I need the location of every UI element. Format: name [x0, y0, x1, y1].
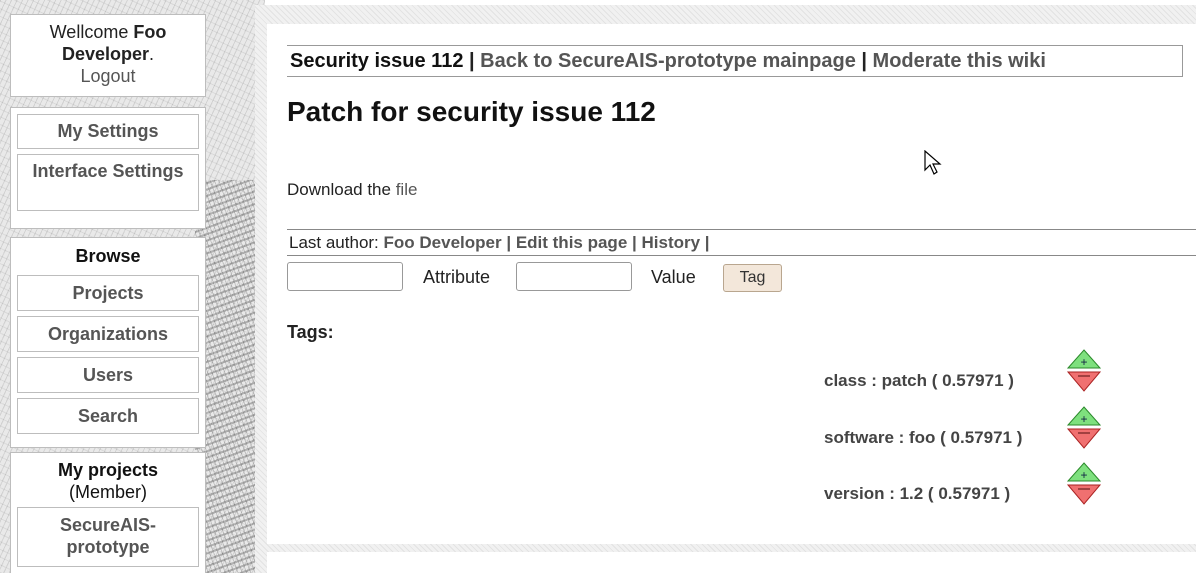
svg-text:+: +: [1080, 468, 1087, 482]
interface-settings-button[interactable]: Interface Settings: [17, 154, 199, 211]
attribute-input[interactable]: [287, 262, 403, 291]
vote-down-icon[interactable]: [1066, 484, 1102, 505]
svg-text:+: +: [1080, 355, 1087, 369]
attribute-label: Attribute: [423, 267, 491, 287]
download-line: Download the file: [287, 180, 417, 200]
welcome-text: Wellcome: [49, 22, 134, 42]
vote-down-icon[interactable]: [1066, 428, 1102, 449]
back-to-project-link[interactable]: Back to SecureAIS-prototype mainpage: [480, 50, 856, 72]
my-projects-role: (Member): [68, 482, 147, 502]
settings-group: My Settings Interface Settings: [10, 107, 206, 229]
value-label: Value: [651, 267, 696, 287]
welcome-box: Wellcome Foo Developer. Logout: [10, 14, 206, 97]
breadcrumb-current: Security issue 112: [290, 50, 464, 72]
breadcrumb-sep: |: [855, 50, 873, 72]
browse-title: Browse: [75, 246, 141, 266]
page-meta: Last author: Foo Developer | Edit this p…: [287, 229, 1196, 256]
history-link[interactable]: History: [641, 233, 700, 252]
welcome-suffix: .: [149, 44, 155, 64]
mouse-cursor-icon: [924, 150, 942, 175]
author-link[interactable]: Foo Developer: [384, 233, 502, 252]
tags-title: Tags:: [287, 322, 334, 342]
breadcrumb: Security issue 112 | Back to SecureAIS-p…: [287, 45, 1183, 77]
tag-vote-control: +: [1066, 349, 1102, 392]
vote-up-icon[interactable]: +: [1066, 406, 1102, 426]
author-label: Last author:: [289, 233, 384, 252]
my-projects-title: My projects (Member): [17, 459, 199, 503]
download-file-link[interactable]: file: [396, 180, 418, 199]
vote-up-icon[interactable]: +: [1066, 462, 1102, 482]
edit-page-link[interactable]: Edit this page: [516, 233, 627, 252]
breadcrumb-sep: |: [463, 50, 481, 72]
tag-item: version : 1.2 ( 0.57971 ): [824, 484, 1011, 503]
nav-organizations[interactable]: Organizations: [17, 316, 199, 352]
moderate-wiki-link[interactable]: Moderate this wiki: [873, 50, 1046, 72]
nav-users[interactable]: Users: [17, 357, 199, 393]
value-input[interactable]: [516, 262, 632, 291]
my-projects-group: My projects (Member) SecureAIS-prototype: [10, 452, 206, 573]
browse-group: Browse Projects Organizations Users Sear…: [10, 237, 206, 448]
project-secureais-prototype[interactable]: SecureAIS-prototype: [17, 507, 199, 567]
meta-sep: |: [627, 233, 642, 252]
meta-sep: |: [501, 233, 516, 252]
my-settings-button[interactable]: My Settings: [17, 114, 199, 149]
vote-down-icon[interactable]: [1066, 371, 1102, 392]
vote-up-icon[interactable]: +: [1066, 349, 1102, 369]
tag-item: class : patch ( 0.57971 ): [824, 371, 1014, 390]
meta-sep: |: [700, 233, 710, 252]
tag-submit-button[interactable]: Tag: [723, 264, 782, 292]
tag-vote-control: +: [1066, 406, 1102, 449]
nav-search[interactable]: Search: [17, 398, 199, 434]
logout-link[interactable]: Logout: [80, 66, 135, 86]
svg-text:+: +: [1080, 412, 1087, 426]
nav-projects[interactable]: Projects: [17, 275, 199, 311]
main-footer: [267, 552, 1196, 573]
my-projects-label: My projects: [57, 460, 159, 480]
tag-item: software : foo ( 0.57971 ): [824, 428, 1023, 447]
download-text: Download the: [287, 180, 396, 199]
tag-vote-control: +: [1066, 462, 1102, 505]
page-title: Patch for security issue 112: [287, 96, 656, 127]
